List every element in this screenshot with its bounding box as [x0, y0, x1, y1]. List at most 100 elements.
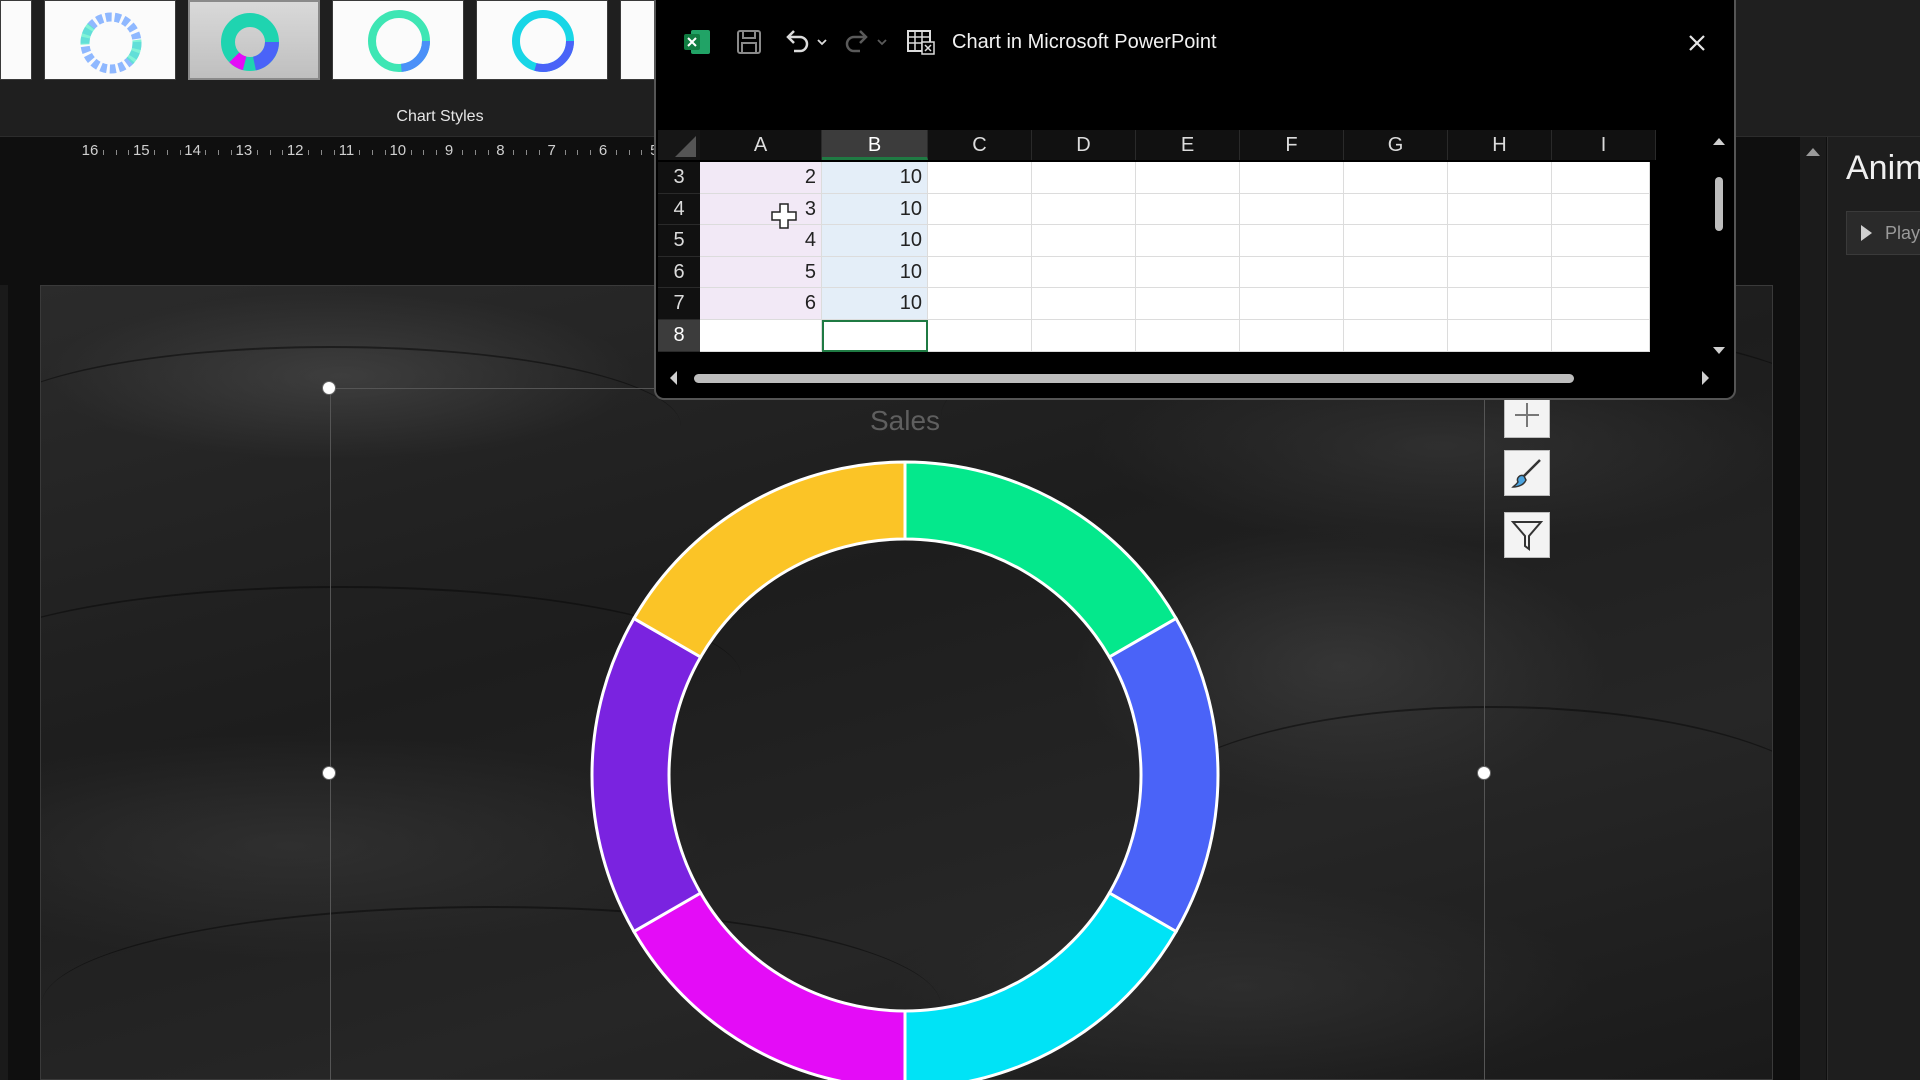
cell-c7[interactable]: [928, 288, 1032, 320]
column-header-e[interactable]: E: [1136, 130, 1240, 160]
doughnut-segment-6[interactable]: [631, 460, 907, 660]
column-header-a[interactable]: A: [700, 130, 822, 160]
column-header-i[interactable]: I: [1552, 130, 1656, 160]
cell-e7[interactable]: [1136, 288, 1240, 320]
cell-i7[interactable]: [1552, 288, 1650, 320]
close-button[interactable]: [1680, 26, 1714, 60]
cell-f8[interactable]: [1240, 320, 1344, 352]
chart-style-thumbnail[interactable]: [44, 0, 176, 80]
column-header-c[interactable]: C: [928, 130, 1032, 160]
select-all-corner[interactable]: [658, 130, 700, 160]
cell-d6[interactable]: [1032, 256, 1136, 289]
cell-h7[interactable]: [1448, 288, 1552, 320]
cell-b6[interactable]: 10: [822, 256, 928, 289]
resize-handle[interactable]: [322, 381, 336, 395]
column-header-g[interactable]: G: [1344, 130, 1448, 160]
cell-c8[interactable]: [928, 320, 1032, 352]
redo-icon[interactable]: [840, 22, 874, 62]
column-header-b[interactable]: B: [822, 130, 928, 160]
save-icon[interactable]: [732, 22, 766, 62]
doughnut-chart[interactable]: [585, 455, 1225, 1080]
cell-b8[interactable]: [822, 320, 928, 352]
cell-f4[interactable]: [1240, 193, 1344, 226]
cell-i6[interactable]: [1552, 256, 1650, 289]
cell-g7[interactable]: [1344, 288, 1448, 320]
row-header[interactable]: 7: [658, 288, 700, 320]
vertical-scrollbar[interactable]: [1800, 137, 1826, 1080]
chart-style-thumbnail[interactable]: [476, 0, 608, 80]
cell-b5[interactable]: 10: [822, 225, 928, 257]
cell-h3[interactable]: [1448, 162, 1552, 194]
cell-a8[interactable]: [700, 320, 822, 352]
doughnut-segment-4[interactable]: [631, 890, 907, 1080]
cell-g3[interactable]: [1344, 162, 1448, 194]
cell-i4[interactable]: [1552, 193, 1650, 226]
cell-a4[interactable]: 3: [700, 193, 822, 226]
cell-a5[interactable]: 4: [700, 225, 822, 257]
cell-d8[interactable]: [1032, 320, 1136, 352]
cell-g8[interactable]: [1344, 320, 1448, 352]
cell-g6[interactable]: [1344, 256, 1448, 289]
cell-i8[interactable]: [1552, 320, 1650, 352]
cell-g5[interactable]: [1344, 225, 1448, 257]
row-header[interactable]: 6: [658, 256, 700, 289]
undo-dropdown-icon[interactable]: [814, 22, 830, 62]
resize-handle[interactable]: [322, 766, 336, 780]
doughnut-segment-3[interactable]: [903, 890, 1179, 1080]
cell-g4[interactable]: [1344, 193, 1448, 226]
cell-d5[interactable]: [1032, 225, 1136, 257]
grid-horizontal-scrollbar[interactable]: [666, 363, 1726, 393]
cell-h8[interactable]: [1448, 320, 1552, 352]
scroll-up-icon[interactable]: [1800, 139, 1826, 165]
undo-icon[interactable]: [780, 22, 814, 62]
grid-vertical-scrollbar[interactable]: [1706, 133, 1732, 358]
chart-style-thumbnail-selected[interactable]: [188, 0, 320, 80]
cell-d3[interactable]: [1032, 162, 1136, 194]
cell-f6[interactable]: [1240, 256, 1344, 289]
chart-filters-button[interactable]: [1504, 512, 1550, 558]
cell-c3[interactable]: [928, 162, 1032, 194]
redo-dropdown-icon[interactable]: [874, 22, 890, 62]
doughnut-segment-1[interactable]: [903, 460, 1179, 660]
cell-e8[interactable]: [1136, 320, 1240, 352]
chart-styles-button[interactable]: [1504, 450, 1550, 496]
play-button[interactable]: Play: [1846, 211, 1920, 255]
row-header[interactable]: 8: [658, 320, 700, 352]
cell-h4[interactable]: [1448, 193, 1552, 226]
cell-c4[interactable]: [928, 193, 1032, 226]
column-header-d[interactable]: D: [1032, 130, 1136, 160]
cell-b4[interactable]: 10: [822, 193, 928, 226]
cell-a3[interactable]: 2: [700, 162, 822, 194]
chart-style-thumbnail[interactable]: [0, 0, 32, 80]
chart-title[interactable]: Sales: [820, 405, 990, 437]
cell-f7[interactable]: [1240, 288, 1344, 320]
cell-f3[interactable]: [1240, 162, 1344, 194]
resize-handle[interactable]: [1477, 766, 1491, 780]
cell-i5[interactable]: [1552, 225, 1650, 257]
cell-h5[interactable]: [1448, 225, 1552, 257]
chart-style-thumbnail[interactable]: [332, 0, 464, 80]
row-header[interactable]: 3: [658, 162, 700, 194]
cell-d7[interactable]: [1032, 288, 1136, 320]
cell-b7[interactable]: 10: [822, 288, 928, 320]
cell-e4[interactable]: [1136, 193, 1240, 226]
cell-e5[interactable]: [1136, 225, 1240, 257]
cell-c5[interactable]: [928, 225, 1032, 257]
doughnut-segment-2[interactable]: [1107, 616, 1220, 934]
row-header[interactable]: 5: [658, 225, 700, 257]
column-header-h[interactable]: H: [1448, 130, 1552, 160]
cell-f5[interactable]: [1240, 225, 1344, 257]
cell-i3[interactable]: [1552, 162, 1650, 194]
cell-e6[interactable]: [1136, 256, 1240, 289]
cell-d4[interactable]: [1032, 193, 1136, 226]
cell-a6[interactable]: 5: [700, 256, 822, 289]
cell-a7[interactable]: 6: [700, 288, 822, 320]
cell-b3[interactable]: 10: [822, 162, 928, 194]
row-header[interactable]: 4: [658, 193, 700, 226]
cell-c6[interactable]: [928, 256, 1032, 289]
cell-h6[interactable]: [1448, 256, 1552, 289]
edit-data-in-excel-icon[interactable]: [904, 22, 938, 62]
doughnut-segment-5[interactable]: [590, 616, 703, 934]
column-header-f[interactable]: F: [1240, 130, 1344, 160]
cell-e3[interactable]: [1136, 162, 1240, 194]
